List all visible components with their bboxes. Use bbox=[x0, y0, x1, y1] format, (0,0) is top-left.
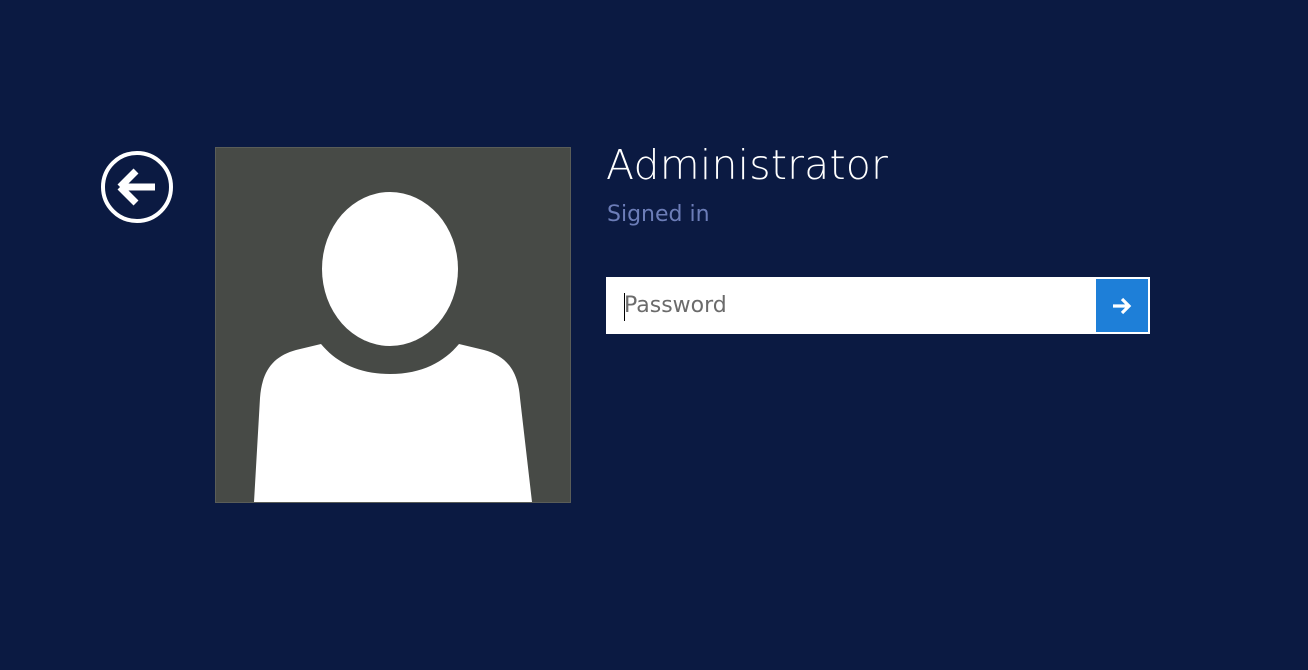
arrow-right-icon bbox=[1113, 297, 1132, 314]
back-button[interactable] bbox=[100, 150, 174, 224]
text-caret bbox=[624, 293, 625, 321]
submit-button[interactable] bbox=[1096, 279, 1148, 332]
user-status: Signed in bbox=[607, 202, 710, 227]
user-name: Administrator bbox=[606, 141, 889, 189]
password-box bbox=[606, 277, 1150, 334]
lock-screen: Administrator Signed in bbox=[0, 0, 1308, 670]
password-input[interactable] bbox=[608, 279, 1096, 332]
arrow-left-circle-icon bbox=[101, 151, 173, 223]
user-avatar bbox=[215, 147, 571, 503]
user-silhouette-icon bbox=[254, 192, 532, 502]
